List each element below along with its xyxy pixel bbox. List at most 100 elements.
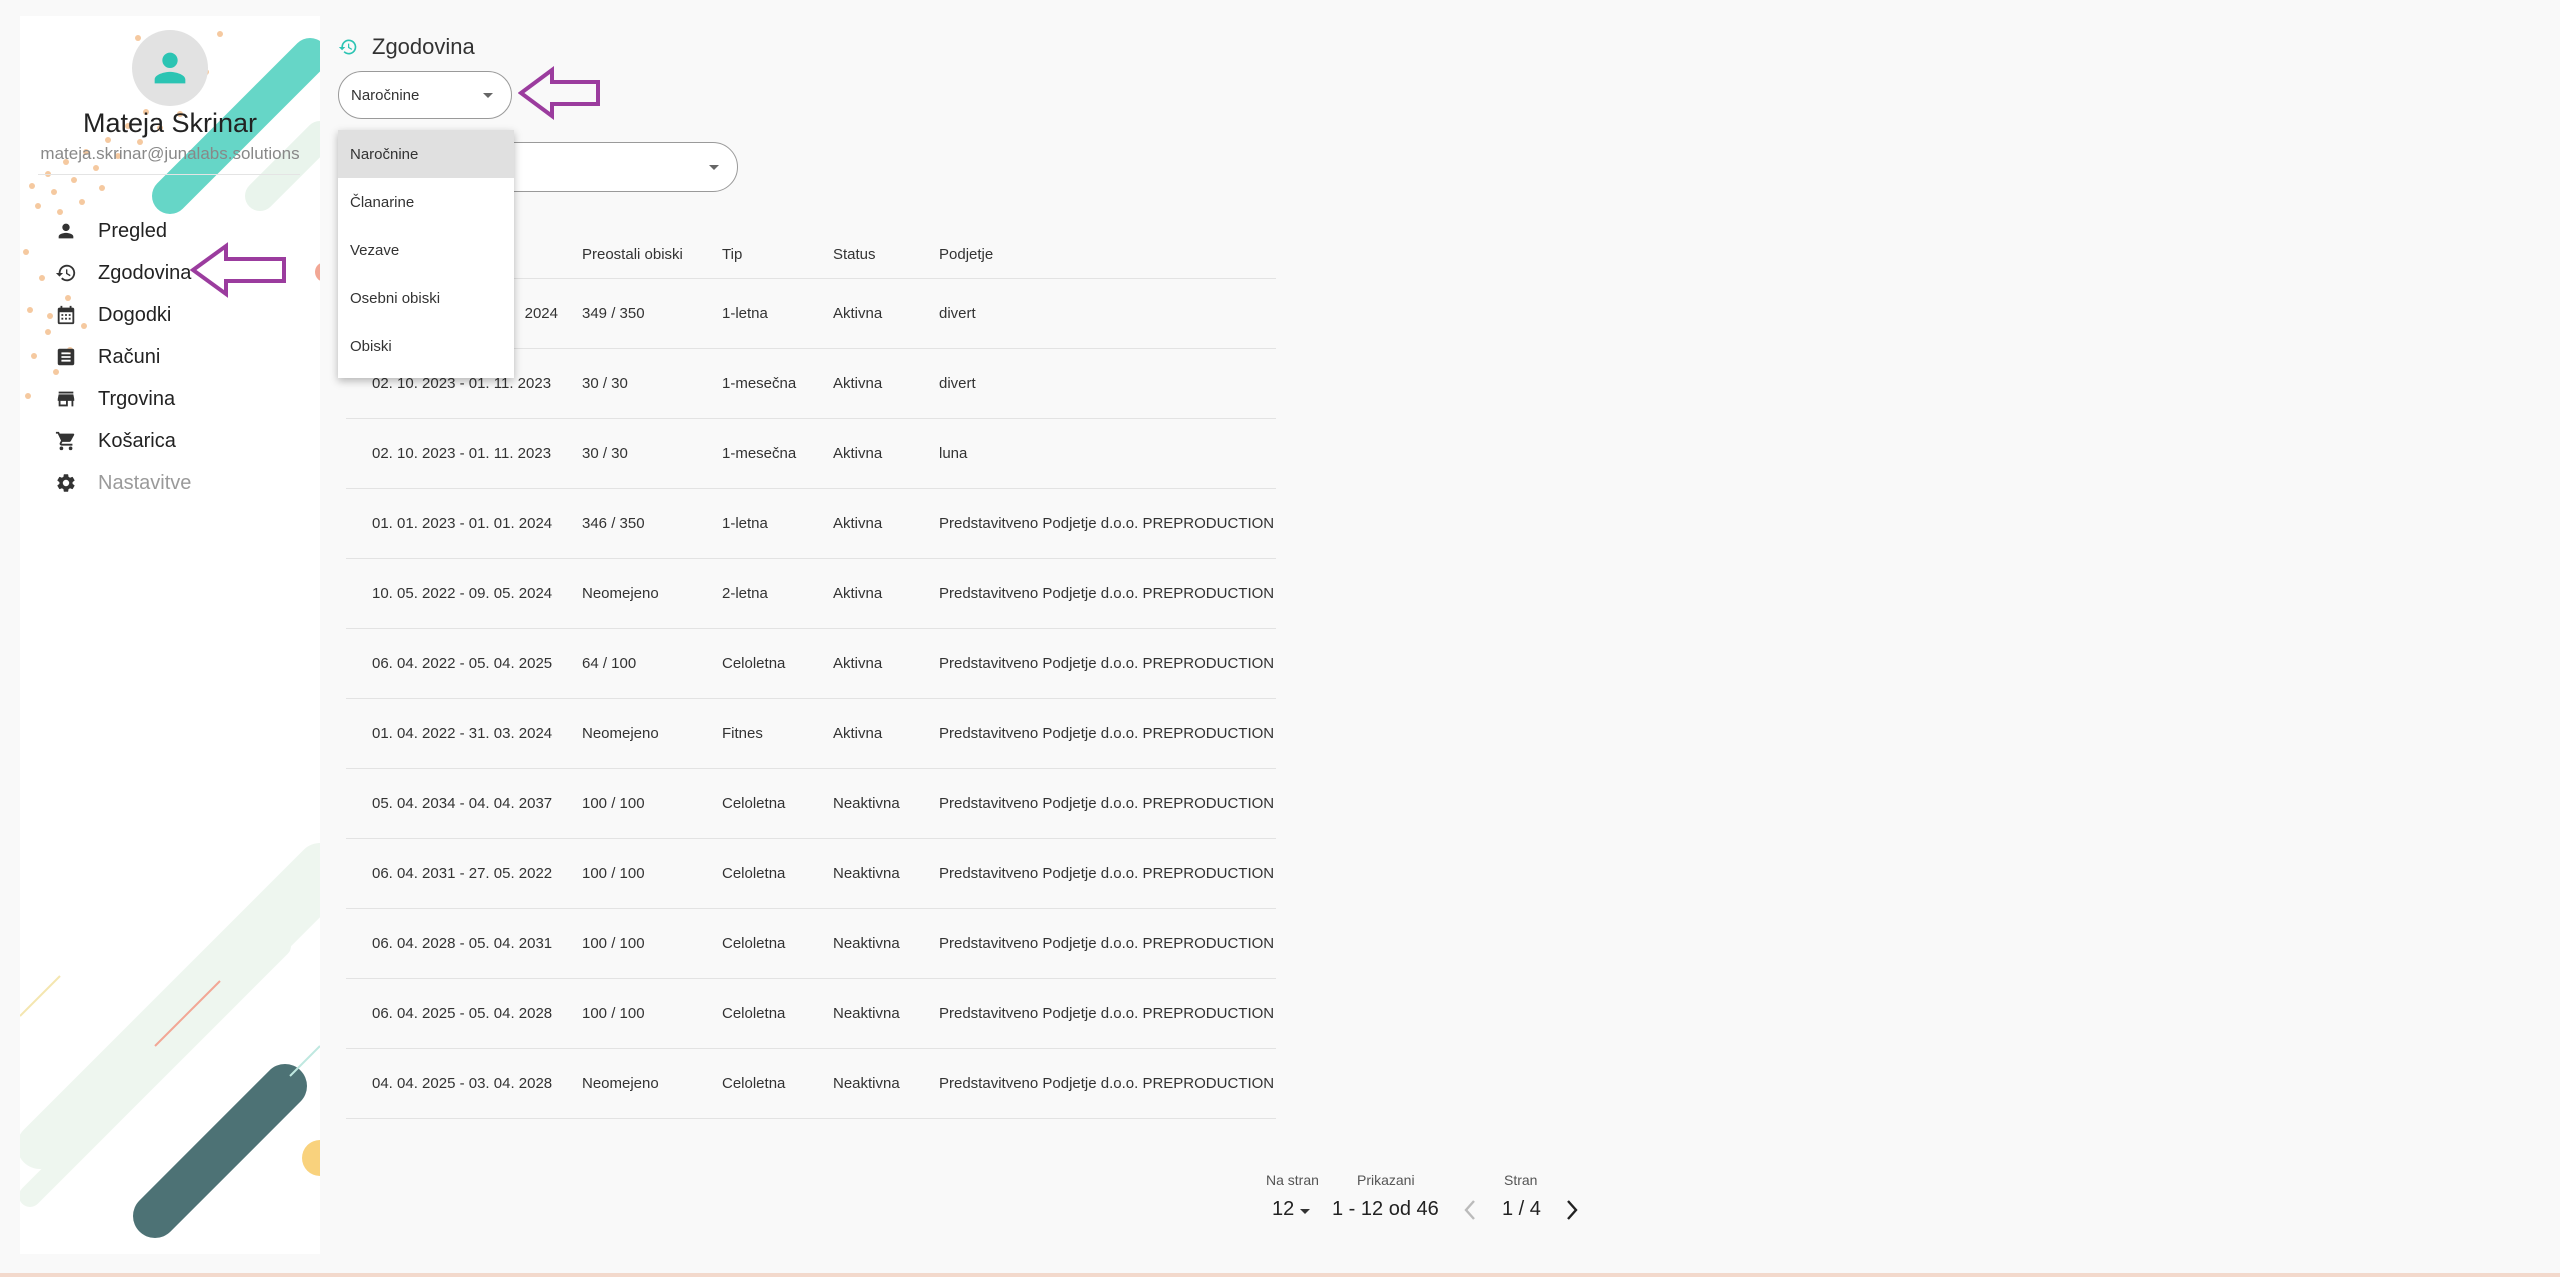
table-cell-remaining: 100 / 100 xyxy=(582,865,645,882)
table-cell-status: Aktivna xyxy=(833,725,883,742)
sidebar-item-label: Računi xyxy=(98,345,161,368)
sidebar-item-kosarica[interactable]: Košarica xyxy=(20,420,320,462)
table-cell-company: Predstavitveno Podjetje d.o.o. PREPRODUC… xyxy=(939,1075,1275,1092)
table-cell-period: 01. 01. 2023 - 01. 01. 2024 xyxy=(372,515,553,532)
table-cell-company: divert xyxy=(939,375,976,392)
table-row[interactable]: 05. 04. 2034 - 04. 04. 2037 100 / 100 Ce… xyxy=(346,769,1276,839)
table-cell-company: divert xyxy=(939,305,976,322)
page-title: Zgodovina xyxy=(372,34,475,59)
cart-icon xyxy=(54,429,78,453)
table-cell-period: 05. 04. 2034 - 04. 04. 2037 xyxy=(372,795,553,812)
table-cell-remaining: Neomejeno xyxy=(582,725,659,742)
table-row[interactable]: 06. 04. 2028 - 05. 04. 2031 100 / 100 Ce… xyxy=(346,909,1276,979)
pagination: Na stran Prikazani Stran 12 1 - 12 od 46… xyxy=(1262,1172,1592,1232)
avatar xyxy=(132,30,208,106)
table-cell-status: Neaktivna xyxy=(833,1005,900,1022)
menu-item-obiski[interactable]: Obiski xyxy=(338,322,514,370)
table-cell-remaining: 30 / 30 xyxy=(582,445,628,462)
table-cell-period: 02. 10. 2023 - 01. 11. 2023 xyxy=(372,445,552,462)
table-row[interactable]: 06. 04. 2031 - 27. 05. 2022 100 / 100 Ce… xyxy=(346,839,1276,909)
table-cell-period: 04. 04. 2025 - 03. 04. 2028 xyxy=(372,1075,553,1092)
table-row[interactable]: 02. 10. 2023 - 01. 11. 2023 30 / 30 1-me… xyxy=(346,419,1276,489)
sidebar-item-nastavitve[interactable]: Nastavitve xyxy=(20,462,320,504)
annotation-arrow-icon xyxy=(190,242,286,298)
table-cell-remaining: Neomejeno xyxy=(582,585,659,602)
sidebar-item-label: Dogodki xyxy=(98,303,172,326)
sidebar-item-dogodki[interactable]: Dogodki xyxy=(20,294,320,336)
table-cell-type: 1-mesečna xyxy=(722,445,797,462)
table-cell-company: Predstavitveno Podjetje d.o.o. PREPRODUC… xyxy=(939,935,1275,952)
sidebar-decoration xyxy=(20,31,320,1238)
table-row[interactable]: 04. 04. 2025 - 03. 04. 2028 Neomejeno Ce… xyxy=(346,1049,1276,1119)
person-icon xyxy=(54,219,78,243)
table-row[interactable]: 06. 04. 2025 - 05. 04. 2028 100 / 100 Ce… xyxy=(346,979,1276,1049)
table-cell-remaining: 346 / 350 xyxy=(582,515,645,532)
table-cell-status: Neaktivna xyxy=(833,865,900,882)
table-cell-period: 10. 05. 2022 - 09. 05. 2024 xyxy=(372,585,553,602)
table-cell-status: Aktivna xyxy=(833,305,883,322)
table-cell-remaining: 100 / 100 xyxy=(582,795,645,812)
caret-down-icon xyxy=(483,93,493,98)
column-header: Podjetje xyxy=(939,245,994,263)
sidebar-item-label: Zgodovina xyxy=(98,261,192,284)
column-header: Status xyxy=(833,245,876,263)
caret-down-icon xyxy=(1300,1209,1310,1214)
sidebar-item-label: Košarica xyxy=(98,429,176,452)
sidebar-item-trgovina[interactable]: Trgovina xyxy=(20,378,320,420)
page-header: Zgodovina xyxy=(338,34,475,60)
user-name: Mateja Skrinar xyxy=(82,108,258,138)
chevron-left-icon xyxy=(1464,1200,1475,1220)
table-cell-period: 06. 04. 2025 - 05. 04. 2028 xyxy=(372,1005,553,1022)
per-page-value: 12 xyxy=(1272,1198,1295,1220)
sidebar-item-label: Trgovina xyxy=(98,387,176,410)
table-cell-status: Neaktivna xyxy=(833,795,900,812)
sidebar-item-racuni[interactable]: Računi xyxy=(20,336,320,378)
store-icon xyxy=(54,387,78,411)
table-cell-type: 1-letna xyxy=(722,305,768,322)
sidebar-item-label: Nastavitve xyxy=(98,471,192,494)
table-cell-type: 1-letna xyxy=(722,515,768,532)
user-email: mateja.skrinar@junalabs.solutions xyxy=(40,144,300,163)
table-row[interactable]: 06. 04. 2022 - 05. 04. 2025 64 / 100 Cel… xyxy=(346,629,1276,699)
table-cell-company: Predstavitveno Podjetje d.o.o. PREPRODUC… xyxy=(939,655,1275,672)
table-cell-remaining: Neomejeno xyxy=(582,1075,659,1092)
sidebar-item-label: Pregled xyxy=(98,219,167,242)
table-cell-status: Aktivna xyxy=(833,585,883,602)
table-cell-remaining: 349 / 350 xyxy=(582,305,645,322)
gear-icon xyxy=(54,471,78,495)
menu-item-vezave[interactable]: Vezave xyxy=(338,226,514,274)
table-cell-company: Predstavitveno Podjetje d.o.o. PREPRODUC… xyxy=(939,1005,1275,1022)
person-icon xyxy=(154,52,186,84)
shown-label: Prikazani xyxy=(1357,1172,1415,1188)
table-row[interactable]: 01. 04. 2022 - 31. 03. 2024 Neomejeno Fi… xyxy=(346,699,1276,769)
annotation-arrow-icon xyxy=(518,66,600,120)
calendar-icon xyxy=(54,303,78,327)
menu-item-osebni-obiski[interactable]: Osebni obiski xyxy=(338,274,514,322)
table-cell-company: Predstavitveno Podjetje d.o.o. PREPRODUC… xyxy=(939,865,1275,882)
table-cell-type: Celoletna xyxy=(722,655,786,672)
previous-page-button[interactable] xyxy=(1456,1196,1484,1224)
table-cell-type: Celoletna xyxy=(722,795,786,812)
menu-item-clanarine[interactable]: Članarine xyxy=(338,178,514,226)
table-cell-company: Predstavitveno Podjetje d.o.o. PREPRODUC… xyxy=(939,515,1275,532)
table-cell-type: Celoletna xyxy=(722,1075,786,1092)
menu-item-narocnine[interactable]: Naročnine xyxy=(338,130,514,178)
table-cell-period: 06. 04. 2031 - 27. 05. 2022 xyxy=(372,865,553,882)
table-cell-period: 06. 04. 2028 - 05. 04. 2031 xyxy=(372,935,553,952)
per-page-select[interactable]: 12 xyxy=(1262,1196,1314,1226)
page-label: Stran xyxy=(1504,1172,1538,1188)
table-cell-type: 1-mesečna xyxy=(722,375,797,392)
chevron-right-icon xyxy=(1567,1200,1578,1220)
table-cell-company: Predstavitveno Podjetje d.o.o. PREPRODUC… xyxy=(939,725,1275,742)
page-value: 1 / 4 xyxy=(1502,1198,1541,1220)
next-page-button[interactable] xyxy=(1558,1196,1586,1224)
table-cell-status: Aktivna xyxy=(833,655,883,672)
table-cell-type: Celoletna xyxy=(722,935,786,952)
table-cell-status: Neaktivna xyxy=(833,935,900,952)
history-type-select[interactable]: Naročnine xyxy=(338,71,512,119)
table-cell-remaining: 64 / 100 xyxy=(582,655,637,672)
table-cell-remaining: 30 / 30 xyxy=(582,375,628,392)
table-row[interactable]: 10. 05. 2022 - 09. 05. 2024 Neomejeno 2-… xyxy=(346,559,1276,629)
table-row[interactable]: 01. 01. 2023 - 01. 01. 2024 346 / 350 1-… xyxy=(346,489,1276,559)
table-cell-period: 06. 04. 2022 - 05. 04. 2025 xyxy=(372,655,553,672)
